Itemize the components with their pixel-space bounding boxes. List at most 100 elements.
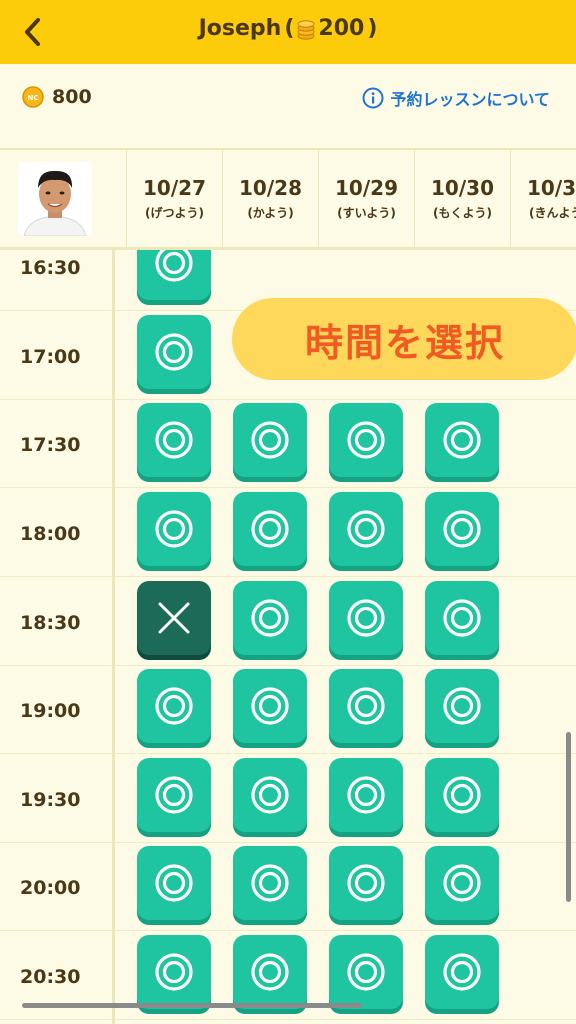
available-slot-button[interactable]	[137, 315, 211, 389]
lesson-price: 200	[318, 16, 365, 41]
available-slot-button[interactable]	[329, 935, 403, 1009]
app-header: Joseph ( 200 )	[0, 0, 576, 64]
unavailable-cross-icon	[158, 602, 190, 634]
available-slot-button[interactable]	[425, 403, 499, 477]
row-divider	[0, 576, 576, 577]
available-slot-button[interactable]	[329, 492, 403, 566]
horizontal-scrollbar[interactable]	[22, 1003, 362, 1008]
available-circle-icon	[155, 953, 193, 991]
available-circle-icon	[155, 421, 193, 459]
weekday-label: (げつよう)	[145, 206, 204, 220]
price-paren-close: )	[367, 16, 378, 41]
teacher-avatar[interactable]	[18, 162, 92, 236]
available-slot-button[interactable]	[137, 935, 211, 1009]
available-slot-button[interactable]	[233, 669, 307, 743]
tooltip-text: 時間を選択	[304, 320, 505, 365]
reservation-info-label: 予約レッスンについて	[390, 90, 550, 109]
weekday-label: (すいよう)	[337, 206, 396, 220]
available-circle-icon	[155, 510, 193, 548]
schedule-grid[interactable]: 16:30 17:00 17:30 18:00 18:30 19:00 19:30 20:00…	[0, 148, 576, 1024]
available-slot-button[interactable]	[425, 846, 499, 920]
time-label: 17:30	[20, 434, 81, 456]
date-label: 10/27	[143, 176, 206, 200]
available-circle-icon	[347, 421, 385, 459]
available-slot-button[interactable]	[425, 581, 499, 655]
row-divider	[0, 399, 576, 400]
time-label: 17:00	[20, 346, 81, 368]
available-slot-button[interactable]	[425, 669, 499, 743]
price-paren-open: (	[284, 16, 295, 41]
available-circle-icon	[347, 864, 385, 902]
available-slot-button[interactable]	[329, 669, 403, 743]
available-slot-button[interactable]	[329, 846, 403, 920]
weekday-label: (きんよう)	[529, 206, 576, 220]
available-circle-icon	[251, 776, 289, 814]
date-label: 10/28	[239, 176, 302, 200]
info-icon	[362, 87, 384, 109]
date-header-row: 10/27 (げつよう) 10/28 (かよう) 10/29 (すいよう) 10/30 (もく…	[0, 148, 576, 250]
available-slot-button[interactable]	[233, 581, 307, 655]
row-divider	[0, 1019, 576, 1020]
teacher-name: Joseph	[198, 16, 282, 41]
available-circle-icon	[155, 776, 193, 814]
available-circle-icon	[251, 864, 289, 902]
available-circle-icon	[251, 953, 289, 991]
date-column-header: 10/29 (すいよう)	[318, 150, 414, 250]
row-divider	[0, 930, 576, 931]
row-divider	[0, 842, 576, 843]
weekday-label: (かよう)	[247, 206, 294, 220]
available-circle-icon	[251, 421, 289, 459]
available-slot-button[interactable]	[233, 492, 307, 566]
available-slot-button[interactable]	[137, 758, 211, 832]
available-slot-button[interactable]	[425, 935, 499, 1009]
date-label: 10/31	[527, 176, 576, 200]
reservation-info-link[interactable]: 予約レッスンについて	[362, 86, 550, 110]
available-slot-button[interactable]	[137, 669, 211, 743]
date-column-header: 10/28 (かよう)	[222, 150, 318, 250]
time-label: 20:00	[20, 877, 81, 899]
available-slot-button[interactable]	[329, 581, 403, 655]
available-circle-icon	[155, 864, 193, 902]
available-circle-icon	[443, 687, 481, 725]
available-circle-icon	[347, 687, 385, 725]
available-circle-icon	[443, 776, 481, 814]
coin-label: NC	[28, 94, 39, 102]
date-label: 10/30	[431, 176, 494, 200]
available-slot-button[interactable]	[329, 758, 403, 832]
time-label: 19:00	[20, 700, 81, 722]
coin-stack-icon	[297, 19, 315, 40]
available-circle-icon	[443, 599, 481, 637]
teacher-photo	[18, 162, 92, 236]
available-slot-button[interactable]	[233, 935, 307, 1009]
available-circle-icon	[155, 687, 193, 725]
available-circle-icon	[251, 687, 289, 725]
available-slot-button[interactable]	[233, 403, 307, 477]
date-label: 10/29	[335, 176, 398, 200]
time-label: 19:30	[20, 789, 81, 811]
weekday-label: (もくよう)	[433, 206, 492, 220]
available-slot-button[interactable]	[233, 758, 307, 832]
page-title: Joseph ( 200 )	[0, 16, 576, 41]
row-divider	[0, 665, 576, 666]
time-label: 20:30	[20, 966, 81, 988]
available-circle-icon	[347, 599, 385, 637]
available-circle-icon	[443, 421, 481, 459]
vertical-scrollbar[interactable]	[566, 732, 571, 902]
available-slot-button[interactable]	[425, 492, 499, 566]
row-divider	[0, 753, 576, 754]
available-circle-icon	[251, 599, 289, 637]
date-column-header: 10/30 (もくよう)	[414, 150, 510, 250]
available-circle-icon	[347, 953, 385, 991]
available-circle-icon	[155, 333, 193, 371]
available-slot-button[interactable]	[329, 403, 403, 477]
available-slot-button[interactable]	[233, 846, 307, 920]
available-circle-icon	[443, 510, 481, 548]
available-slot-button[interactable]	[137, 492, 211, 566]
time-column-divider	[112, 148, 115, 1024]
available-slot-button[interactable]	[425, 758, 499, 832]
available-slot-button[interactable]	[137, 846, 211, 920]
date-column-header: 10/27 (げつよう)	[126, 150, 222, 250]
available-circle-icon	[251, 510, 289, 548]
available-slot-button[interactable]	[137, 403, 211, 477]
available-circle-icon	[347, 776, 385, 814]
